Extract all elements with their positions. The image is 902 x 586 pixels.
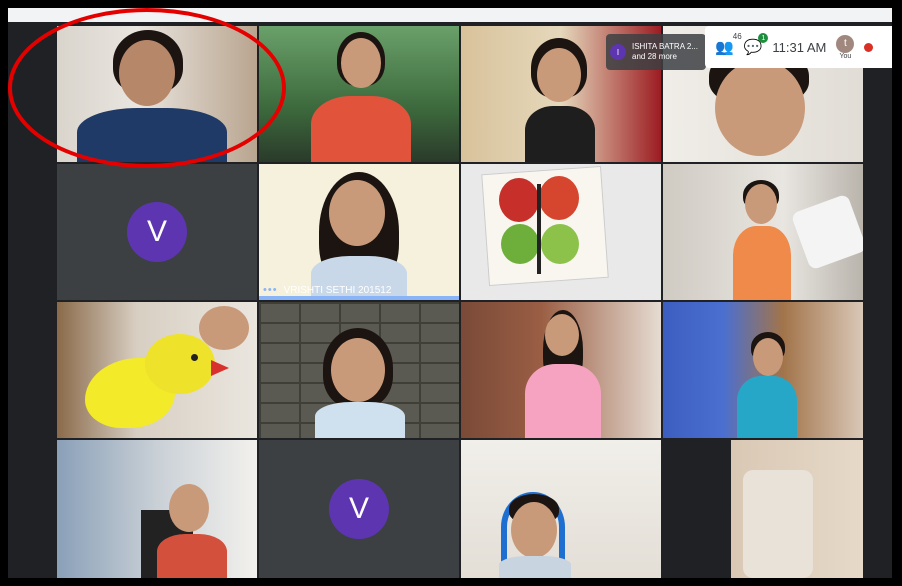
self-avatar: t bbox=[836, 34, 855, 53]
participants-count: 46 bbox=[732, 32, 742, 41]
chip-avatar: I bbox=[610, 44, 626, 60]
chat-badge: 1 bbox=[758, 33, 769, 43]
video-tile-student-blue[interactable] bbox=[663, 302, 863, 438]
video-tile-student-pink[interactable] bbox=[461, 302, 661, 438]
meet-window: V ••• VRISHTI SETHI 201512 V I ISHITA BA… bbox=[8, 8, 892, 578]
video-tile-student-brickwall[interactable] bbox=[259, 302, 459, 438]
video-tile-student-room[interactable] bbox=[57, 440, 257, 578]
mic-muted-icon bbox=[864, 42, 874, 52]
participant-avatar: V bbox=[127, 202, 187, 262]
chip-name: ISHITA BATRA 2... bbox=[632, 42, 698, 51]
meet-status-bar: 👥 46 💬 1 11:31 AM t You bbox=[705, 26, 892, 68]
active-speaker-indicator bbox=[259, 296, 459, 300]
video-tile-active-speaker[interactable]: ••• VRISHTI SETHI 201512 bbox=[259, 164, 459, 300]
video-tile-student-painting[interactable] bbox=[461, 164, 661, 300]
participant-name: VRISHTI SETHI 201512 bbox=[283, 284, 392, 296]
paper-bird-craft bbox=[85, 324, 229, 434]
video-tile-avatar-v2[interactable]: V bbox=[259, 440, 459, 578]
chat-icon[interactable]: 💬 1 bbox=[744, 33, 769, 56]
video-tile-student-orange[interactable] bbox=[663, 164, 863, 300]
self-label: You bbox=[839, 52, 852, 60]
self-user[interactable]: t You bbox=[836, 34, 855, 60]
participant-avatar: V bbox=[329, 479, 389, 539]
highlight-circle-annotation bbox=[8, 8, 286, 168]
people-icon[interactable]: 👥 46 bbox=[715, 32, 742, 56]
video-tile-student-2[interactable] bbox=[259, 26, 459, 162]
chip-more: and 28 more bbox=[632, 52, 677, 61]
video-tile-avatar-v1[interactable]: V bbox=[57, 164, 257, 300]
audio-indicator-icon: ••• bbox=[263, 284, 278, 296]
participant-nameplate: ••• VRISHTI SETHI 201512 bbox=[263, 284, 391, 296]
participant-chip[interactable]: I ISHITA BATRA 2... and 28 more bbox=[606, 34, 706, 70]
video-tile-paper-bird[interactable] bbox=[57, 302, 257, 438]
video-tile-student-standing[interactable] bbox=[663, 440, 863, 578]
video-tile-student-headphones[interactable] bbox=[461, 440, 661, 578]
clock-time: 11:31 AM bbox=[772, 39, 827, 55]
